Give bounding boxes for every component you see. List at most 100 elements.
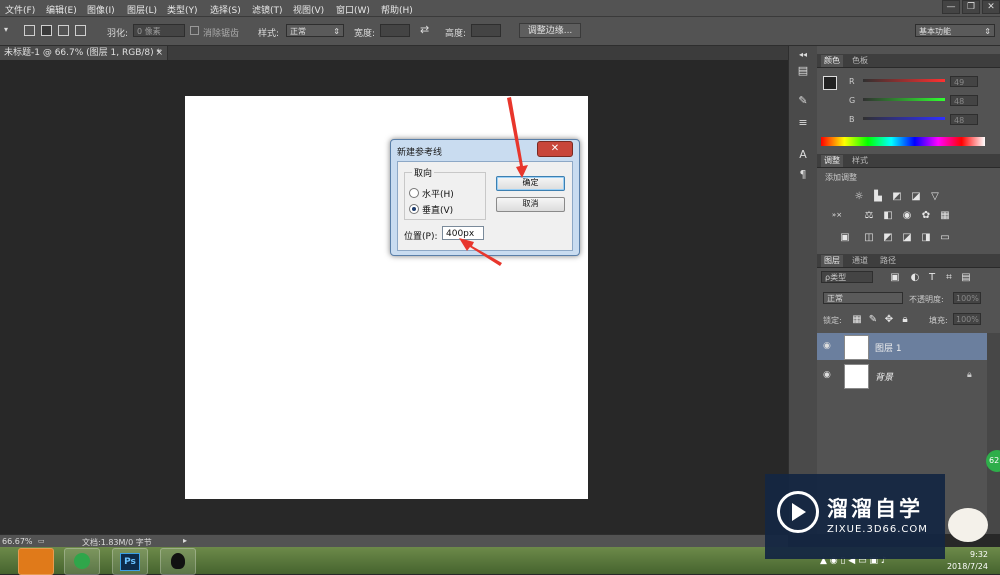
properties-icon[interactable]: ▣: [839, 232, 851, 243]
layer-row[interactable]: ◉ 图层 1: [817, 333, 987, 360]
photoshop-task[interactable]: Ps: [112, 548, 148, 575]
eye-icon[interactable]: ◉: [823, 370, 835, 380]
horizontal-radio[interactable]: [409, 188, 419, 198]
ok-button[interactable]: 确定: [496, 176, 565, 191]
filter-shape-icon[interactable]: ⌗: [943, 272, 955, 283]
qq-icon[interactable]: [160, 548, 196, 575]
menu-help[interactable]: 帮助(H): [381, 3, 413, 16]
menu-edit[interactable]: 编辑(E): [46, 3, 77, 16]
tab-layers[interactable]: 图层: [821, 255, 843, 267]
height-input[interactable]: [471, 24, 501, 37]
position-input[interactable]: 400px: [442, 226, 484, 240]
clock-date[interactable]: 2018/7/24: [947, 562, 988, 571]
layer-row[interactable]: ◉ 背景 🔒︎: [817, 362, 987, 389]
bw-icon[interactable]: ◧: [882, 210, 894, 221]
minimize-button[interactable]: —: [942, 0, 960, 14]
brightness-icon[interactable]: ☼: [853, 191, 865, 202]
blue-value[interactable]: 48: [950, 114, 978, 125]
eye-icon[interactable]: ◉: [823, 341, 835, 351]
tab-paths[interactable]: 路径: [877, 255, 899, 267]
history-icon[interactable]: ▤: [795, 64, 811, 78]
paragraph-icon[interactable]: ¶: [795, 168, 811, 182]
menu-filter[interactable]: 滤镜(T): [252, 3, 283, 16]
horizontal-label[interactable]: 水平(H): [422, 187, 454, 200]
dialog-close-button[interactable]: ✕: [537, 141, 573, 157]
green-slider[interactable]: [863, 98, 945, 101]
lock-pixels-icon[interactable]: ✎: [867, 314, 879, 325]
menu-file[interactable]: 文件(F): [5, 3, 35, 16]
add-selection-icon[interactable]: [41, 25, 52, 36]
intersect-selection-icon[interactable]: [75, 25, 86, 36]
brush-settings-icon[interactable]: ≡: [795, 116, 811, 130]
vibrance-icon[interactable]: ▽: [929, 191, 941, 202]
subtract-selection-icon[interactable]: [58, 25, 69, 36]
lock-position-icon[interactable]: ✥: [883, 314, 895, 325]
blend-mode-select[interactable]: 正常: [823, 292, 903, 304]
vertical-label[interactable]: 垂直(V): [422, 203, 453, 216]
gradient-map-icon[interactable]: ▭: [939, 232, 951, 243]
swap-icon[interactable]: ⇄: [420, 23, 429, 36]
document-tab[interactable]: 未标题-1 @ 66.7% (图层 1, RGB/8) * ×: [0, 46, 168, 60]
tab-swatches[interactable]: 色板: [849, 55, 871, 67]
layers-scrollbar[interactable]: [987, 333, 1000, 534]
new-selection-icon[interactable]: [24, 25, 35, 36]
menu-window[interactable]: 窗口(W): [336, 3, 370, 16]
restore-button[interactable]: ❐: [962, 0, 980, 14]
color-lookup-icon[interactable]: ▦: [939, 210, 951, 221]
red-value[interactable]: 49: [950, 76, 978, 87]
vertical-radio[interactable]: [409, 204, 419, 214]
invert-icon[interactable]: ◫: [863, 232, 875, 243]
workspace-select[interactable]: 基本功能 ⇕: [915, 24, 995, 37]
foreground-color-swatch[interactable]: [823, 76, 837, 90]
collapse-icon[interactable]: ◂◂: [795, 48, 811, 62]
refine-edge-button[interactable]: 调整边缘...: [519, 23, 581, 38]
photo-filter-icon[interactable]: ◉: [901, 210, 913, 221]
close-icon[interactable]: ×: [155, 46, 163, 60]
fill-input[interactable]: 100%: [953, 313, 981, 325]
tab-color[interactable]: 颜色: [821, 55, 843, 67]
balance-icon[interactable]: ⚖: [863, 210, 875, 221]
menu-image[interactable]: 图像(I): [87, 3, 115, 16]
selective-color-icon[interactable]: ◨: [920, 232, 932, 243]
tab-styles[interactable]: 样式: [849, 155, 871, 167]
filter-adjust-icon[interactable]: ◐: [909, 272, 921, 283]
cancel-button[interactable]: 取消: [496, 197, 565, 212]
collapse-adjust-icon[interactable]: »×: [831, 210, 843, 221]
layer-name[interactable]: 背景: [875, 370, 893, 383]
green-value[interactable]: 48: [950, 95, 978, 106]
lock-transparent-icon[interactable]: ▦: [851, 314, 863, 325]
red-slider[interactable]: [863, 79, 945, 82]
layer-name[interactable]: 图层 1: [875, 341, 902, 354]
curves-icon[interactable]: ◩: [891, 191, 903, 202]
exposure-icon[interactable]: ◪: [910, 191, 922, 202]
menu-view[interactable]: 视图(V): [293, 3, 324, 16]
antialias-checkbox[interactable]: [190, 26, 199, 35]
filter-smart-icon[interactable]: ▤: [960, 272, 972, 283]
close-button[interactable]: ✕: [982, 0, 1000, 14]
menu-select[interactable]: 选择(S): [210, 3, 241, 16]
zoom-level[interactable]: 66.67%: [2, 537, 33, 546]
clock-time[interactable]: 9:32: [970, 550, 988, 559]
character-icon[interactable]: A: [795, 148, 811, 162]
color-spectrum[interactable]: [821, 137, 985, 146]
channel-mixer-icon[interactable]: ✿: [920, 210, 932, 221]
tab-channels[interactable]: 通道: [849, 255, 871, 267]
app-icon[interactable]: [64, 548, 100, 575]
threshold-icon[interactable]: ◪: [901, 232, 913, 243]
tool-preset-icon[interactable]: ▾: [4, 25, 15, 36]
brush-icon[interactable]: ✎: [795, 94, 811, 108]
opacity-input[interactable]: 100%: [953, 292, 981, 304]
style-select[interactable]: 正常 ⇕: [286, 24, 344, 37]
tab-adjustments[interactable]: 调整: [821, 155, 843, 167]
feather-input[interactable]: 0 像素: [133, 24, 185, 37]
browser-icon[interactable]: [18, 548, 54, 575]
menu-type[interactable]: 类型(Y): [167, 3, 198, 16]
posterize-icon[interactable]: ◩: [882, 232, 894, 243]
status-menu-icon[interactable]: ▸: [183, 536, 187, 545]
levels-icon[interactable]: ▙: [872, 191, 884, 202]
layer-filter-select[interactable]: ρ类型: [821, 271, 873, 283]
lock-all-icon[interactable]: 🔒︎: [899, 314, 911, 325]
filter-pixel-icon[interactable]: ▣: [889, 272, 901, 283]
blue-slider[interactable]: [863, 117, 945, 120]
width-input[interactable]: [380, 24, 410, 37]
